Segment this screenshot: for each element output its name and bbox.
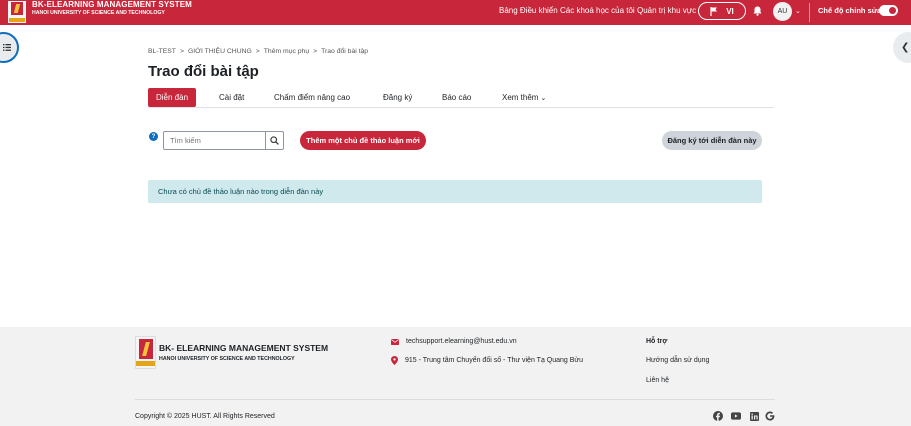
alert-text: Chưa có chủ đề thảo luận nào trong diễn … — [158, 187, 324, 196]
secondary-nav: Diễn đàn Cài đặt Chấm điểm nâng cao Đăng… — [148, 88, 774, 108]
flag-icon — [710, 6, 718, 16]
brand[interactable]: BK-ELEARNING MANAGEMENT SYSTEM HANOI UNI… — [32, 1, 192, 16]
footer-email-text[interactable]: techsupport.elearning@hust.edu.vn — [406, 338, 517, 345]
breadcrumb-item[interactable]: Thêm mục phụ — [264, 48, 309, 55]
edit-mode-toggle[interactable] — [879, 5, 898, 16]
breadcrumb: BL-TEST > GIỚI THIỆU CHUNG > Thêm mục phụ >… — [148, 48, 368, 55]
hust-logo[interactable] — [8, 1, 26, 23]
footer-link-contact[interactable]: Liên hệ — [646, 377, 669, 384]
breadcrumb-separator: > — [179, 48, 184, 55]
location-pin-icon — [391, 356, 398, 365]
tab-reports[interactable]: Báo cáo — [442, 88, 471, 107]
chevron-left-icon: ❮ — [901, 42, 910, 53]
edit-mode-label: Chế độ chỉnh sửa — [818, 6, 882, 15]
footer-brand-title: BK- ELEARNING MANAGEMENT SYSTEM — [159, 343, 329, 353]
youtube-icon[interactable] — [731, 411, 741, 421]
breadcrumb-separator: > — [255, 48, 260, 55]
tab-forum[interactable]: Diễn đàn — [148, 88, 197, 107]
search-icon — [270, 136, 279, 145]
footer-divider — [135, 399, 775, 400]
brand-title: BK-ELEARNING MANAGEMENT SYSTEM — [32, 0, 192, 9]
page-title: Trao đổi bài tập — [148, 63, 259, 80]
google-icon[interactable] — [765, 411, 775, 421]
subscribe-button[interactable]: Đăng ký tới diễn đàn này — [662, 131, 762, 150]
help-icon[interactable]: ? — [149, 132, 158, 141]
tab-advanced-grading[interactable]: Chấm điểm nâng cao — [274, 88, 350, 107]
tab-settings[interactable]: Cài đặt — [219, 88, 244, 107]
navbar-divider — [809, 3, 810, 22]
chevron-down-icon[interactable]: ⌄ — [795, 7, 801, 15]
footer-copyright: Copyright © 2025 HUST. All Rights Reserv… — [135, 413, 275, 420]
nav-my-courses[interactable]: Các khoá học của tôi — [560, 6, 635, 15]
breadcrumb-item[interactable]: GIỚI THIỆU CHUNG — [188, 48, 252, 55]
tab-more[interactable]: Xem thêm ⌄ — [502, 88, 546, 107]
footer-link-user-guide[interactable]: Hướng dẫn sử dụng — [646, 357, 709, 364]
footer-address-text: 915 - Trung tâm Chuyển đổi số - Thư viện… — [405, 357, 583, 364]
language-button[interactable]: VI — [698, 2, 746, 20]
footer-brand-subtitle: HANOI UNIVERSITY OF SCIENCE AND TECHNOLO… — [159, 356, 295, 362]
breadcrumb-separator: > — [313, 48, 318, 55]
search-button[interactable] — [265, 131, 284, 150]
add-discussion-button[interactable]: Thêm một chủ đề thảo luận mới — [300, 131, 426, 150]
footer-support-title: Hỗ trợ — [646, 338, 668, 345]
chevron-down-icon: ⌄ — [540, 94, 547, 102]
footer-email: techsupport.elearning@hust.edu.vn — [391, 338, 517, 345]
list-icon — [3, 44, 11, 51]
no-discussions-alert: Chưa có chủ đề thảo luận nào trong diễn … — [148, 180, 762, 203]
envelope-icon — [391, 338, 399, 345]
tab-more-label: Xem thêm — [502, 93, 539, 102]
nav-dashboard[interactable]: Bảng Điều khiển — [499, 6, 558, 15]
avatar[interactable]: AU — [773, 2, 792, 21]
facebook-icon[interactable] — [713, 411, 723, 421]
linkedin-icon[interactable] — [749, 411, 759, 421]
search-input[interactable] — [163, 131, 266, 150]
language-label: VI — [726, 6, 734, 16]
nav-site-admin[interactable]: Quản trị khu vực — [637, 6, 696, 15]
brand-subtitle: HANOI UNIVERSITY OF SCIENCE AND TECHNOLO… — [32, 10, 165, 16]
footer-logo — [135, 336, 156, 369]
breadcrumb-item[interactable]: Trao đổi bài tập — [321, 48, 368, 55]
course-index-toggle[interactable] — [0, 32, 19, 63]
block-drawer-toggle[interactable]: ❮ — [893, 32, 911, 63]
tab-subscriptions[interactable]: Đăng ký — [383, 88, 412, 107]
top-navbar: BK-ELEARNING MANAGEMENT SYSTEM HANOI UNI… — [0, 0, 911, 25]
breadcrumb-item[interactable]: BL-TEST — [148, 48, 176, 55]
footer-address: 915 - Trung tâm Chuyển đổi số - Thư viện… — [391, 356, 583, 365]
bell-icon[interactable] — [753, 6, 762, 16]
